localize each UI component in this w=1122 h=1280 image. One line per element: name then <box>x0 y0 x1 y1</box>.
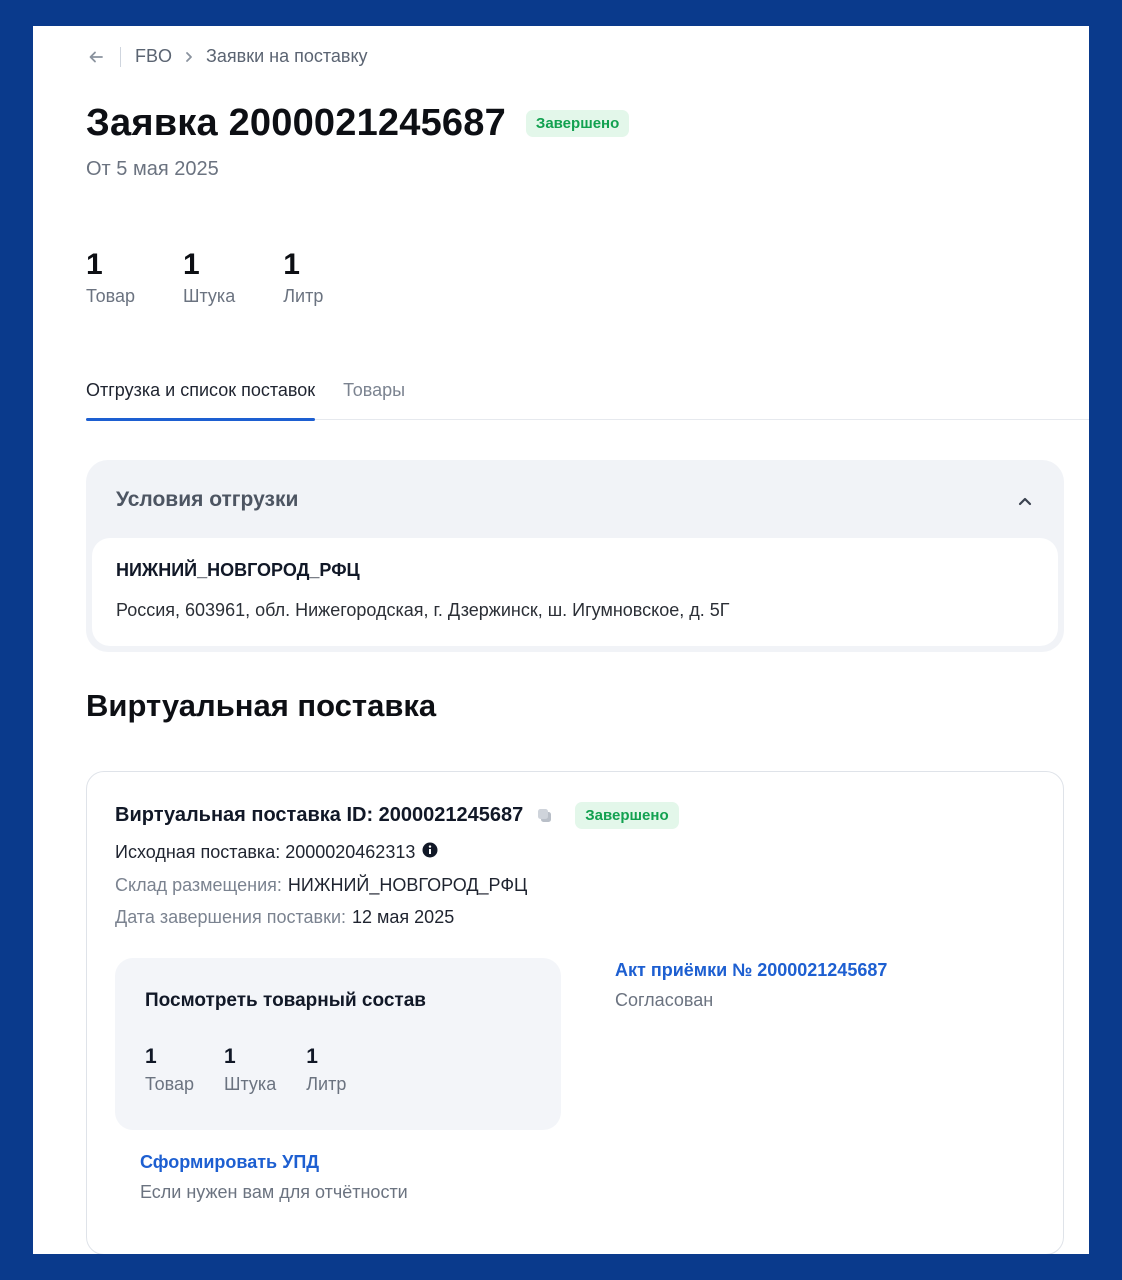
stat-pieces: 1 Штука <box>183 248 235 307</box>
upd-section: Сформировать УПД Если нужен вам для отчё… <box>140 1152 408 1203</box>
stat-value: 1 <box>86 248 103 281</box>
stat-label: Товар <box>145 1074 194 1094</box>
chevron-up-icon[interactable] <box>1012 488 1038 514</box>
placement-warehouse-line: Склад размещения: НИЖНИЙ_НОВГОРОД_РФЦ <box>115 875 527 896</box>
virtual-supply-title: Виртуальная поставка ID: 2000021245687 <box>115 804 524 826</box>
info-icon[interactable] <box>421 841 439 859</box>
virtual-supply-title-row: Виртуальная поставка ID: 2000021245687 З… <box>115 802 679 829</box>
status-badge: Завершено <box>525 110 630 137</box>
stat-label: Товар <box>86 286 135 306</box>
virtual-supply-card: Виртуальная поставка ID: 2000021245687 З… <box>86 771 1064 1254</box>
goods-stat-pieces: 1 Штука <box>224 1044 276 1095</box>
warehouse-name: НИЖНИЙ_НОВГОРОД_РФЦ <box>116 560 360 580</box>
completion-date-value: 12 мая 2025 <box>352 907 455 927</box>
stat-products: 1 Товар <box>86 248 135 307</box>
goods-composition-card[interactable]: Посмотреть товарный состав 1 Товар 1 Шту… <box>115 958 561 1130</box>
stat-value: 1 <box>306 1045 318 1068</box>
breadcrumb-item-fbo[interactable]: FBO <box>135 46 172 67</box>
tab-bar: Отгрузка и список поставок Товары <box>86 378 1089 421</box>
shipping-conditions-panel: Условия отгрузки НИЖНИЙ_НОВГОРОД_РФЦ Рос… <box>86 460 1064 652</box>
stat-liters: 1 Литр <box>283 248 323 307</box>
acceptance-act: Акт приёмки № 2000021245687 Согласован <box>615 960 887 1011</box>
stat-label: Литр <box>283 286 324 306</box>
placement-warehouse-value: НИЖНИЙ_НОВГОРОД_РФЦ <box>287 875 528 895</box>
completion-date-label: Дата завершения поставки: <box>115 907 347 927</box>
shipping-conditions-title: Условия отгрузки <box>116 488 299 511</box>
placement-warehouse-label: Склад размещения: <box>115 875 282 895</box>
title-row: Заявка 2000021245687 Завершено <box>86 102 630 145</box>
stat-value: 1 <box>283 248 300 281</box>
virtual-supply-heading: Виртуальная поставка <box>86 688 437 723</box>
goods-composition-title: Посмотреть товарный состав <box>145 990 426 1011</box>
stat-label: Штука <box>182 286 236 306</box>
arrow-left-icon[interactable] <box>86 47 106 67</box>
generate-upd-hint: Если нужен вам для отчётности <box>140 1182 408 1202</box>
acceptance-act-status: Согласован <box>615 990 714 1010</box>
page-frame: FBO Заявки на поставку Заявка 2000021245… <box>33 26 1089 1254</box>
breadcrumb-divider <box>120 46 121 67</box>
source-supply-text: Исходная поставка: 2000020462313 <box>115 842 416 862</box>
goods-stats: 1 Товар 1 Штука 1 Литр <box>145 1044 346 1095</box>
shipping-conditions-body: НИЖНИЙ_НОВГОРОД_РФЦ Россия, 603961, обл.… <box>92 538 1058 646</box>
copy-icon[interactable] <box>535 806 555 826</box>
breadcrumb: FBO Заявки на поставку <box>86 46 368 67</box>
stat-value: 1 <box>182 248 200 281</box>
stat-label: Литр <box>306 1074 347 1094</box>
tab-shipment[interactable]: Отгрузка и список поставок <box>86 378 316 421</box>
stat-label: Штука <box>223 1074 277 1094</box>
stat-value: 1 <box>223 1045 236 1068</box>
stat-value: 1 <box>145 1045 157 1068</box>
completion-date-line: Дата завершения поставки: 12 мая 2025 <box>115 907 454 928</box>
warehouse-address: Россия, 603961, обл. Нижегородская, г. Д… <box>116 600 730 620</box>
tab-products[interactable]: Товары <box>343 378 405 420</box>
source-supply-line: Исходная поставка: 2000020462313 <box>115 842 439 863</box>
page-date: От 5 мая 2025 <box>86 158 219 180</box>
goods-stat-liters: 1 Литр <box>306 1044 346 1095</box>
acceptance-act-link[interactable]: Акт приёмки № 2000021245687 <box>615 960 887 981</box>
generate-upd-link[interactable]: Сформировать УПД <box>140 1152 408 1173</box>
breadcrumb-item-requests[interactable]: Заявки на поставку <box>206 46 368 67</box>
status-badge: Завершено <box>575 802 679 829</box>
page-title: Заявка 2000021245687 <box>86 102 506 144</box>
summary-stats: 1 Товар 1 Штука 1 Литр <box>86 248 323 307</box>
goods-stat-products: 1 Товар <box>145 1044 194 1095</box>
chevron-right-icon <box>182 50 196 64</box>
